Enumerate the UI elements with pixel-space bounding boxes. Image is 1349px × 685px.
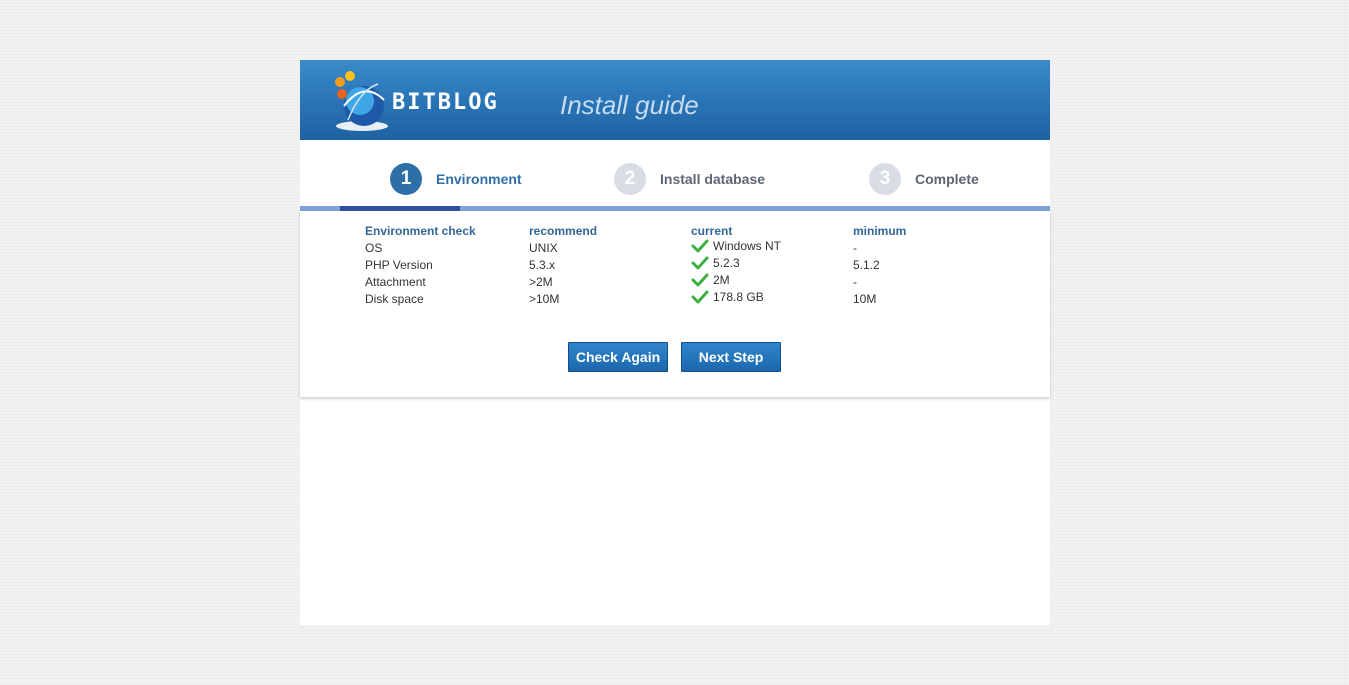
step-install-database: 2 Install database <box>614 162 765 196</box>
minimum-value: 10M <box>853 291 877 306</box>
step-indicator: 1 Environment 2 Install database 3 Compl… <box>300 140 1050 206</box>
table-row: Attachment >2M 2M - <box>362 273 956 290</box>
current-cell: 2M <box>688 273 850 290</box>
column-header: current <box>691 224 733 238</box>
checkmark-icon <box>691 239 709 253</box>
checkmark-icon <box>691 273 709 287</box>
recommend-value: UNIX <box>529 240 558 255</box>
next-step-button[interactable]: Next Step <box>681 342 781 372</box>
step-label: Complete <box>915 171 979 187</box>
column-header: minimum <box>853 224 907 238</box>
step-environment: 1 Environment <box>390 162 522 196</box>
minimum-value: - <box>853 240 857 255</box>
minimum-value: - <box>853 274 857 289</box>
column-header: Environment check <box>365 224 476 238</box>
current-value: 178.8 GB <box>713 290 764 304</box>
table-row: PHP Version 5.3.x 5.2.3 5.1.2 <box>362 256 956 273</box>
environment-table: Environment check recommend current mini… <box>362 223 956 307</box>
current-cell: 178.8 GB <box>688 290 850 307</box>
header-banner: BITBLOG Install guide <box>300 60 1050 140</box>
check-name: PHP Version <box>365 257 433 272</box>
recommend-value: 5.3.x <box>529 257 556 272</box>
step-number-badge: 1 <box>390 163 422 195</box>
checkmark-icon <box>691 290 709 304</box>
checkmark-icon <box>691 256 709 270</box>
check-name: OS <box>365 240 383 255</box>
bitblog-logo-icon <box>335 71 388 131</box>
current-cell: Windows NT <box>688 239 850 256</box>
current-value: 2M <box>713 273 730 287</box>
minimum-value: 5.1.2 <box>853 257 880 272</box>
current-value: 5.2.3 <box>713 256 740 270</box>
column-header: recommend <box>529 224 598 238</box>
recommend-value: >10M <box>529 291 560 306</box>
step-number-badge: 3 <box>869 163 901 195</box>
logo-text: BITBLOG <box>392 90 499 115</box>
step-label: Install database <box>660 171 766 187</box>
current-value: Windows NT <box>713 239 782 253</box>
check-name: Attachment <box>365 274 426 289</box>
step-number-badge: 2 <box>614 163 646 195</box>
recommend-value: >2M <box>529 274 553 289</box>
step-complete: 3 Complete <box>869 162 979 196</box>
environment-panel: Environment check recommend current mini… <box>300 211 1050 397</box>
page-title: Install guide <box>560 90 699 120</box>
table-row: OS UNIX Windows NT - <box>362 239 956 256</box>
install-container: BITBLOG Install guide 1 Environment 2 In… <box>300 60 1050 625</box>
check-again-button[interactable]: Check Again <box>568 342 668 372</box>
step-label: Environment <box>436 171 522 187</box>
table-row: Disk space >10M 178.8 GB 10M <box>362 290 956 307</box>
check-name: Disk space <box>365 291 424 306</box>
table-header-row: Environment check recommend current mini… <box>362 223 956 239</box>
current-cell: 5.2.3 <box>688 256 850 273</box>
